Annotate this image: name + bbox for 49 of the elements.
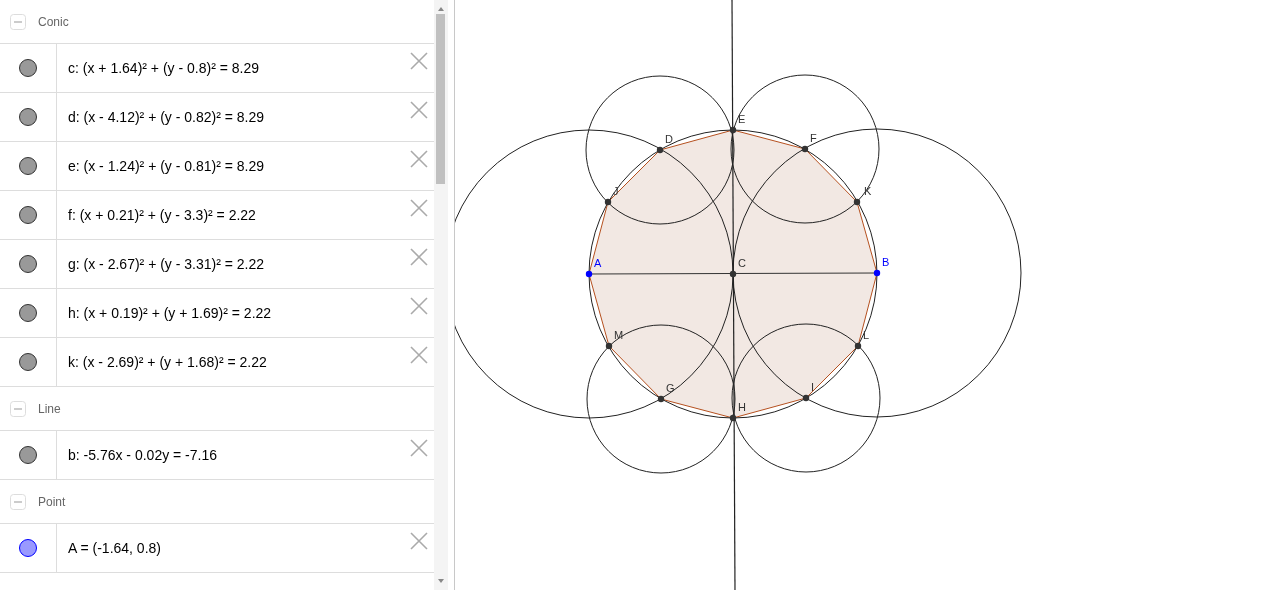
point-marker[interactable] bbox=[657, 395, 665, 403]
collapse-toggle-icon[interactable] bbox=[10, 400, 26, 417]
point-marker[interactable] bbox=[729, 414, 737, 422]
group-header: Point bbox=[38, 494, 66, 509]
algebra-entry[interactable]: d: (x - 4.12)² + (y - 0.82)² = 8.29 bbox=[57, 93, 265, 141]
point-marker[interactable] bbox=[801, 145, 809, 153]
point-marker[interactable] bbox=[854, 342, 862, 350]
visibility-toggle[interactable] bbox=[19, 157, 37, 175]
group-header: Conic bbox=[38, 14, 69, 29]
algebra-entry[interactable]: g: (x - 2.67)² + (y - 3.31)² = 2.22 bbox=[57, 240, 265, 288]
algebra-entry[interactable]: b: -5.76x - 0.02y = -7.16 bbox=[57, 431, 218, 479]
point-label: K bbox=[864, 185, 872, 197]
visibility-toggle[interactable] bbox=[19, 304, 37, 322]
point-marker[interactable] bbox=[853, 198, 861, 206]
algebra-entry[interactable]: f: (x + 0.21)² + (y - 3.3)² = 2.22 bbox=[57, 191, 256, 239]
visibility-toggle[interactable] bbox=[19, 446, 37, 464]
point-label: M bbox=[614, 329, 624, 341]
point-label: B bbox=[882, 256, 890, 268]
algebra-entry[interactable]: A = (-1.64, 0.8) bbox=[57, 524, 161, 572]
visibility-toggle[interactable] bbox=[19, 353, 37, 371]
point-label: J bbox=[613, 185, 619, 197]
point-label: H bbox=[738, 401, 746, 413]
point-label: G bbox=[666, 382, 675, 394]
point-label: C bbox=[738, 257, 746, 269]
collapse-toggle-icon[interactable] bbox=[10, 13, 26, 30]
group-header: Line bbox=[38, 401, 61, 416]
visibility-toggle[interactable] bbox=[19, 108, 37, 126]
visibility-toggle[interactable] bbox=[19, 255, 37, 273]
point-label: A bbox=[594, 257, 602, 269]
algebra-entry[interactable]: e: (x - 1.24)² + (y - 0.81)² = 8.29 bbox=[57, 142, 265, 190]
point-marker[interactable] bbox=[605, 342, 613, 350]
point-label: F bbox=[810, 132, 817, 144]
visibility-toggle[interactable] bbox=[19, 206, 37, 224]
point-label: E bbox=[738, 113, 746, 125]
point-marker[interactable] bbox=[729, 270, 737, 278]
algebra-entry[interactable]: c: (x + 1.64)² + (y - 0.8)² = 8.29 bbox=[57, 44, 260, 92]
point-marker[interactable] bbox=[873, 269, 881, 277]
point-marker[interactable] bbox=[729, 126, 737, 134]
point-label: I bbox=[811, 381, 815, 393]
point-marker[interactable] bbox=[802, 394, 810, 402]
point-marker[interactable] bbox=[604, 198, 612, 206]
algebra-entry[interactable]: h: (x + 0.19)² + (y + 1.69)² = 2.22 bbox=[57, 289, 272, 337]
point-marker[interactable] bbox=[656, 146, 664, 154]
collapse-toggle-icon[interactable] bbox=[10, 493, 26, 510]
algebra-entry[interactable]: k: (x - 2.69)² + (y + 1.68)² = 2.22 bbox=[57, 338, 267, 386]
point-marker[interactable] bbox=[585, 270, 593, 278]
visibility-toggle[interactable] bbox=[19, 539, 37, 557]
point-label: D bbox=[665, 133, 673, 145]
visibility-toggle[interactable] bbox=[19, 59, 37, 77]
